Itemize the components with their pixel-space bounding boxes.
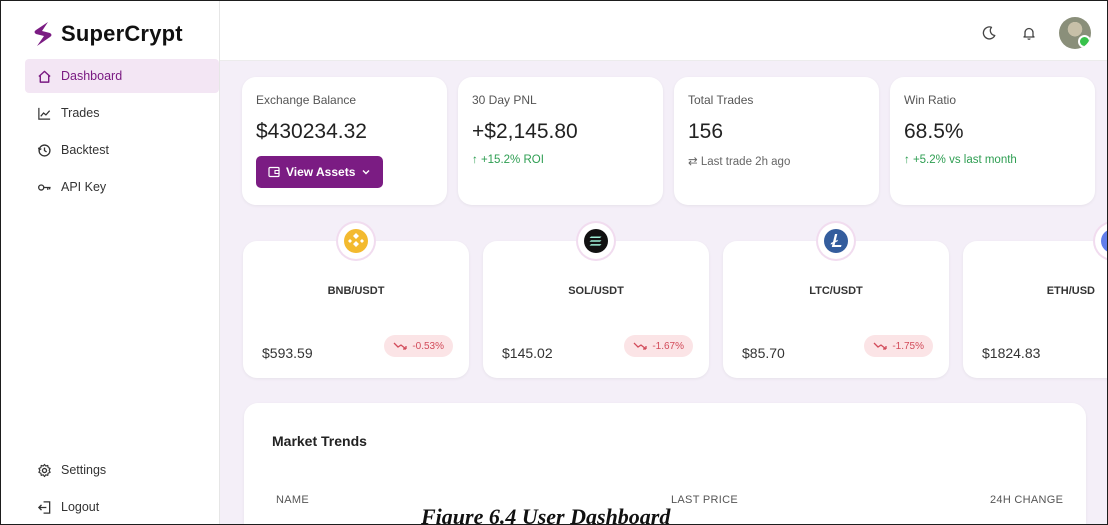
coin-card-eth[interactable]: ETH/USD $1824.83 (963, 223, 1107, 378)
stat-trend: ↑ +5.2% vs last month (904, 154, 1017, 166)
coin-change-value: -1.67% (652, 340, 684, 352)
sidebar-item-logout[interactable]: Logout (25, 490, 219, 524)
brand-name: SuperCrypt (61, 21, 183, 46)
stat-card-30-day-pnl: 30 Day PNL +$2,145.80 ↑ +15.2% ROI (458, 77, 663, 205)
sidebar-item-trades[interactable]: Trades (25, 96, 219, 130)
app-window: SuperCrypt Dashboard Trades Backtest API… (0, 0, 1108, 525)
column-header-last-price[interactable]: LAST PRICE (671, 494, 738, 506)
coin-card-sol[interactable]: SOL/USDT $145.02 -1.67% (483, 223, 709, 378)
moon-icon[interactable] (979, 23, 999, 43)
chevron-down-icon (362, 170, 370, 175)
bnb-icon (338, 223, 374, 259)
coin-price: $593.59 (262, 345, 313, 361)
stat-card-exchange-balance: Exchange Balance $430234.32 View Assets (242, 77, 447, 205)
sidebar-item-label: Logout (61, 500, 100, 514)
coin-card-bnb[interactable]: BNB/USDT $593.59 -0.53% (243, 223, 469, 378)
coin-price: $85.70 (742, 345, 785, 361)
brand[interactable]: SuperCrypt (33, 21, 183, 47)
sidebar-item-api-key[interactable]: API Key (25, 170, 219, 204)
ltc-icon (818, 223, 854, 259)
history-icon (36, 142, 52, 158)
coin-change-badge: -0.53% (384, 335, 453, 357)
stat-card-total-trades: Total Trades 156 ⇄ Last trade 2h ago (674, 77, 879, 205)
coin-change-value: -1.75% (892, 340, 924, 352)
coin-change-badge: -1.75% (864, 335, 933, 357)
top-bar-actions (979, 17, 1091, 49)
sidebar-item-label: Settings (61, 463, 107, 477)
sidebar-bottom-nav: Settings Logout (25, 453, 219, 524)
dashboard-main: Exchange Balance $430234.32 View Assets … (220, 61, 1107, 524)
wallet-icon (268, 166, 280, 178)
sidebar-item-label: API Key (61, 180, 107, 194)
coin-change-badge: -1.67% (624, 335, 693, 357)
stat-value: 156 (688, 120, 724, 143)
brand-logo-icon (34, 22, 52, 46)
sol-icon (578, 223, 614, 259)
coin-pair: ETH/USD (1046, 285, 1095, 297)
key-icon (36, 179, 52, 195)
stat-trend: ↑ +15.2% ROI (472, 154, 544, 166)
sidebar-item-label: Dashboard (61, 69, 123, 83)
logout-icon (36, 499, 52, 515)
stat-label: Total Trades (688, 93, 754, 107)
sidebar-item-label: Backtest (61, 143, 109, 157)
stat-label: Exchange Balance (256, 93, 357, 107)
stat-label: Win Ratio (904, 93, 957, 107)
coin-pair: LTC/USDT (809, 285, 863, 297)
trend-down-icon (633, 342, 647, 350)
column-header-name[interactable]: NAME (276, 494, 309, 506)
chart-line-icon (36, 105, 52, 121)
trend-down-icon (393, 342, 407, 350)
avatar[interactable] (1059, 17, 1091, 49)
coin-price: $145.02 (502, 345, 553, 361)
column-header-24h-change[interactable]: 24H CHANGE (990, 494, 1063, 506)
coin-price: $1824.83 (982, 345, 1041, 361)
coin-pair: BNB/USDT (327, 285, 385, 297)
view-assets-label: View Assets (286, 165, 356, 179)
coin-pair: SOL/USDT (568, 285, 624, 297)
gear-icon (36, 462, 52, 478)
stat-value: +$2,145.80 (472, 120, 578, 143)
view-assets-button[interactable]: View Assets (256, 156, 384, 188)
trend-down-icon (873, 342, 887, 350)
stat-value: 68.5% (904, 120, 964, 143)
sidebar: SuperCrypt Dashboard Trades Backtest API… (1, 1, 223, 524)
sidebar-nav: Dashboard Trades Backtest API Key (25, 59, 223, 207)
eth-icon (1095, 223, 1107, 259)
stat-label: 30 Day PNL (472, 93, 537, 107)
sidebar-item-label: Trades (61, 106, 100, 120)
coin-card-ltc[interactable]: LTC/USDT $85.70 -1.75% (723, 223, 949, 378)
stat-trend: ⇄ Last trade 2h ago (688, 156, 791, 168)
stat-card-win-ratio: Win Ratio 68.5% ↑ +5.2% vs last month (890, 77, 1095, 205)
market-trends-title: Market Trends (272, 433, 367, 449)
home-icon (36, 68, 52, 84)
stat-value: $430234.32 (256, 120, 367, 143)
sidebar-item-backtest[interactable]: Backtest (25, 133, 219, 167)
bell-icon[interactable] (1019, 23, 1039, 43)
sidebar-item-dashboard[interactable]: Dashboard (25, 59, 223, 93)
figure-caption: Figure 6.4 User Dashboard (421, 504, 671, 525)
top-bar (220, 1, 1107, 61)
coin-change-value: -0.53% (412, 340, 444, 352)
sidebar-item-settings[interactable]: Settings (25, 453, 219, 487)
